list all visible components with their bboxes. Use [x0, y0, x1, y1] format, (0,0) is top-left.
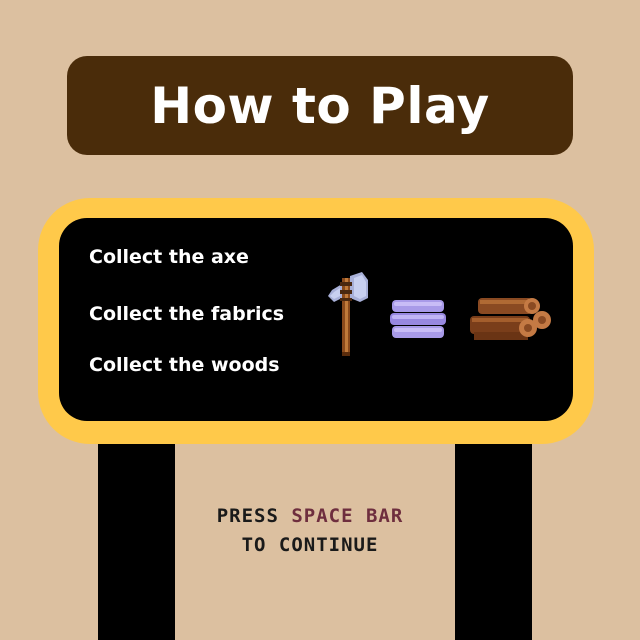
woods-icon — [470, 298, 551, 340]
prompt-press-text: PRESS — [216, 505, 279, 527]
space-bar-key-label: SPACE BAR — [291, 505, 404, 527]
fabric-icon — [390, 300, 446, 338]
page-title: How to Play — [150, 76, 490, 135]
instruction-collect-fabrics: Collect the fabrics — [89, 303, 285, 325]
continue-prompt-line-1: PRESS SPACE BAR — [0, 505, 620, 527]
continue-prompt-line-2: TO CONTINUE — [241, 534, 379, 556]
instruction-collect-woods: Collect the woods — [89, 354, 280, 376]
axe-icon — [328, 272, 368, 356]
title-banner: How to Play — [67, 56, 573, 155]
instruction-collect-axe: Collect the axe — [89, 246, 249, 268]
